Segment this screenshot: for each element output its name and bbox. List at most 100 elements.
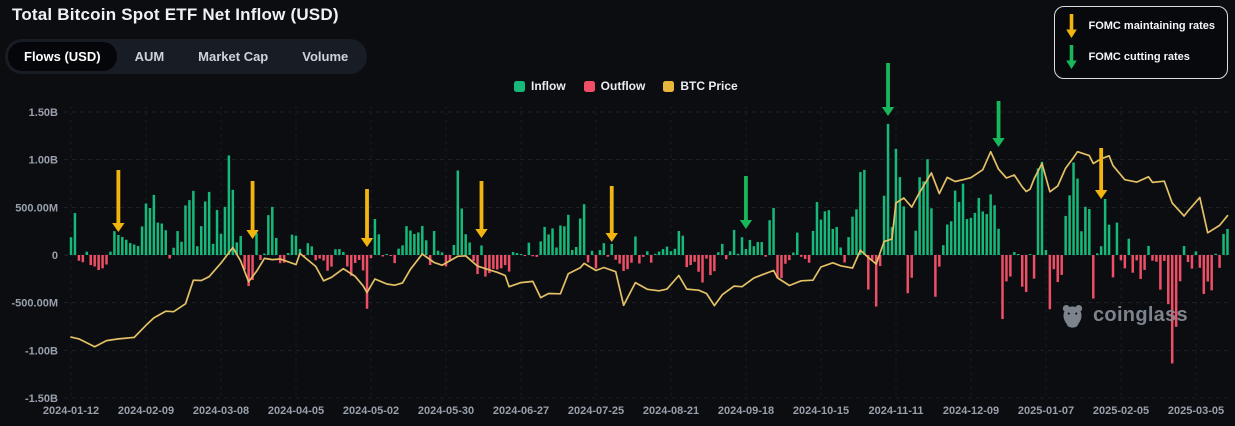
inflow-bar xyxy=(397,249,400,255)
btc-price-line xyxy=(71,152,1228,347)
inflow-bar xyxy=(1037,168,1040,255)
inflow-bar xyxy=(153,195,156,255)
inflow-bars xyxy=(70,124,1229,255)
inflow-bar xyxy=(275,238,278,255)
outflow-bar xyxy=(689,255,692,265)
inflow-bar xyxy=(674,249,677,255)
outflow-bar xyxy=(354,255,357,263)
inflow-bar xyxy=(741,237,744,255)
outflow-bar xyxy=(370,255,373,258)
inflow-bar xyxy=(311,246,314,255)
legend-item-btc-price[interactable]: BTC Price xyxy=(663,79,737,93)
outflow-bar xyxy=(1191,255,1194,269)
inflow-bar xyxy=(125,240,128,255)
inflow-bar xyxy=(985,214,988,255)
inflow-bar xyxy=(1084,207,1087,255)
inflow-bar xyxy=(480,245,483,255)
outflow-bar xyxy=(326,255,329,271)
inflow-bar xyxy=(113,231,116,255)
inflow-bar xyxy=(950,221,953,255)
inflow-bar xyxy=(772,208,775,255)
fomc-legend-box: FOMC maintaining rates FOMC cutting rate… xyxy=(1054,6,1228,79)
y-tick-label: -1.50B xyxy=(25,393,58,405)
inflow-bar xyxy=(918,177,921,255)
outflow-bar xyxy=(393,255,396,263)
outflow-bar xyxy=(492,255,495,269)
inflow-bar xyxy=(1222,234,1225,255)
inflow-bar xyxy=(287,253,290,255)
inflow-bar xyxy=(196,246,199,255)
fomc-cutting-label: FOMC cutting rates xyxy=(1088,51,1189,63)
tab-market-cap[interactable]: Market Cap xyxy=(182,42,284,71)
inflow-bar xyxy=(441,252,444,255)
inflow-bar xyxy=(863,170,866,255)
outflow-bar xyxy=(1124,255,1127,268)
x-tick-label: 2024-07-25 xyxy=(568,405,624,417)
inflow-bar xyxy=(721,244,724,255)
tab-volume[interactable]: Volume xyxy=(286,42,364,71)
fomc-maintaining-row: FOMC maintaining rates xyxy=(1065,12,1215,40)
inflow-bar xyxy=(220,234,223,255)
outflow-bar xyxy=(89,255,92,265)
inflow-bar xyxy=(338,249,341,255)
inflow-bar xyxy=(832,229,835,255)
x-tick-label: 2024-04-05 xyxy=(268,405,324,417)
y-tick-label: 0 xyxy=(52,250,58,262)
inflow-bar xyxy=(520,254,523,255)
legend-outflow-label: Outflow xyxy=(601,79,646,93)
inflow-bar xyxy=(543,227,546,255)
y-tick-label: -500.00M xyxy=(12,298,58,310)
outflow-bar xyxy=(1001,255,1004,319)
yellow-down-arrow-icon xyxy=(1065,12,1078,40)
outflow-bar xyxy=(1187,255,1190,262)
inflow-bar xyxy=(930,208,933,255)
tab-bar: Flows (USD) AUM Market Cap Volume xyxy=(5,39,367,74)
x-tick-label: 2025-01-07 xyxy=(1018,405,1074,417)
outflow-bar xyxy=(618,255,621,264)
outflow-bar xyxy=(1112,255,1115,277)
outflow-bar xyxy=(788,255,791,260)
outflow-bar xyxy=(1151,255,1154,261)
outflow-bar xyxy=(1179,255,1182,281)
inflow-bar xyxy=(610,244,613,255)
outflow-bar xyxy=(168,255,171,258)
inflow-bar xyxy=(997,229,1000,255)
inflow-bar xyxy=(1041,162,1044,255)
inflow-bar xyxy=(978,198,981,255)
inflow-bar xyxy=(386,254,389,255)
coinglass-etf-flow-page: 2024-01-122024-02-092024-03-082024-04-05… xyxy=(0,0,1235,426)
outflow-bar xyxy=(82,255,85,262)
outflow-bar xyxy=(607,255,610,257)
outflow-bar xyxy=(93,255,96,266)
outflow-bar xyxy=(650,255,653,263)
inflow-bar xyxy=(1064,216,1067,255)
inflow-bar xyxy=(768,220,771,255)
inflow-bar xyxy=(417,232,420,255)
tab-flows-usd[interactable]: Flows (USD) xyxy=(8,42,117,71)
outflow-bar xyxy=(622,255,625,271)
x-tick-label: 2024-06-27 xyxy=(493,405,549,417)
inflow-bar xyxy=(835,227,838,255)
inflow-bar xyxy=(729,251,732,255)
inflow-bar xyxy=(1088,209,1091,255)
inflow-bar xyxy=(1116,223,1119,255)
legend-item-inflow[interactable]: Inflow xyxy=(514,79,566,93)
inflow-bar xyxy=(571,250,574,255)
inflow-bar xyxy=(745,249,748,255)
tab-aum[interactable]: AUM xyxy=(119,42,181,71)
inflow-bar xyxy=(1195,251,1198,255)
inflow-bar xyxy=(989,194,992,255)
outflow-bar xyxy=(1021,255,1024,287)
inflow-bar xyxy=(824,211,827,255)
inflow-bar xyxy=(1183,246,1186,255)
inflow-bar xyxy=(413,234,416,255)
inflow-bar xyxy=(551,228,554,255)
inflow-bar xyxy=(1128,239,1131,255)
outflow-bar xyxy=(1159,255,1162,290)
inflow-bar xyxy=(133,245,136,255)
legend-item-outflow[interactable]: Outflow xyxy=(584,79,646,93)
outflow-bar xyxy=(330,255,333,267)
inflow-bar xyxy=(567,215,570,255)
inflow-bar xyxy=(1100,246,1103,255)
x-axis: 2024-01-122024-02-092024-03-082024-04-05… xyxy=(43,106,1224,417)
